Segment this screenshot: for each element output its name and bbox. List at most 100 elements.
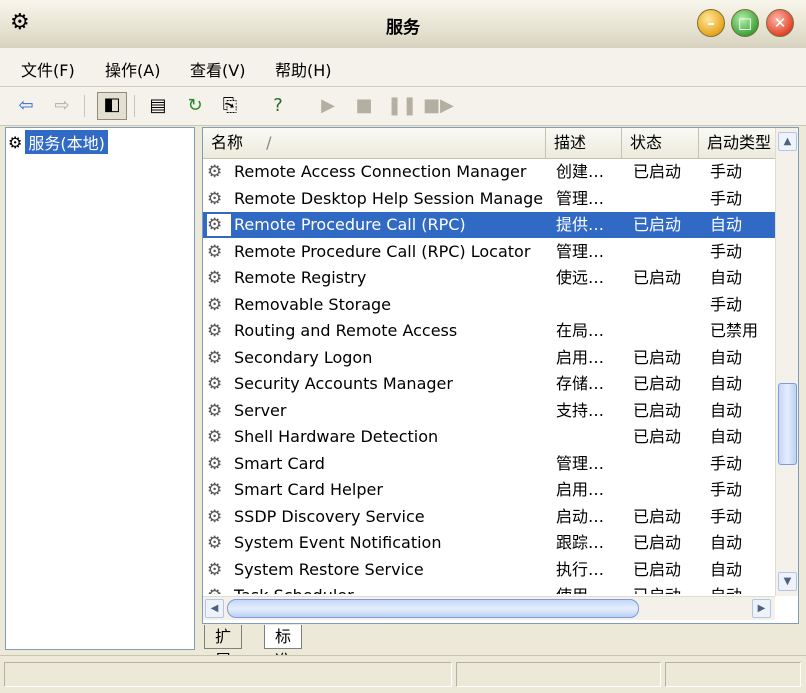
- scroll-right-icon[interactable]: ▶: [752, 599, 771, 618]
- vertical-scrollbar[interactable]: ▲ ▼: [775, 128, 798, 596]
- service-description-cell: 启动…: [556, 507, 605, 526]
- menu-view[interactable]: 查看(V): [190, 57, 245, 81]
- tree-node-services-local[interactable]: ⚙ 服务(本地): [8, 130, 108, 154]
- service-description-cell: 跟踪…: [556, 533, 605, 552]
- status-pane-tertiary: [665, 662, 801, 687]
- table-row[interactable]: ⚙ Removable Storage 手动: [203, 292, 775, 318]
- service-name-cell: Task Scheduler: [234, 583, 544, 594]
- service-gears-icon: ⚙: [207, 454, 223, 474]
- service-name-cell: Secondary Logon: [234, 348, 373, 367]
- show-hide-console-tree-icon[interactable]: ◧: [97, 92, 127, 120]
- service-status-cell: [633, 477, 697, 503]
- table-row[interactable]: ⚙ Remote Procedure Call (RPC) Locator 管理… 手…: [203, 239, 775, 265]
- vertical-scroll-thumb[interactable]: [778, 383, 797, 465]
- service-description-cell: 存储…: [556, 374, 605, 393]
- service-name-cell: Security Accounts Manager: [234, 374, 453, 393]
- service-description-cell: 支持…: [556, 401, 605, 420]
- service-name-cell: Removable Storage: [234, 295, 392, 314]
- table-row[interactable]: ⚙ Routing and Remote Access 在局… 已禁用: [203, 318, 775, 344]
- service-status-cell: 已启动: [633, 401, 682, 420]
- table-row[interactable]: ⚙ Remote Registry 使远… 已启动 自动: [203, 265, 775, 291]
- service-gears-icon: ⚙: [207, 214, 231, 236]
- menu-help[interactable]: 帮助(H): [275, 57, 332, 81]
- table-row[interactable]: ⚙ Server 支持… 已启动 自动: [203, 398, 775, 424]
- column-header-startup-type[interactable]: 启动类型: [699, 128, 775, 158]
- service-startup-cell: 自动: [710, 427, 743, 446]
- title-bar[interactable]: ⚙ 服务 – □ ✕: [0, 0, 806, 49]
- column-header-name[interactable]: 名称 /: [203, 128, 546, 158]
- service-status-cell: 已启动: [633, 560, 682, 579]
- menu-file[interactable]: 文件(F): [21, 57, 75, 81]
- table-row[interactable]: ⚙ System Event Notification 跟踪… 已启动 自动: [203, 530, 775, 556]
- service-startup-cell: 自动: [710, 583, 774, 594]
- service-description-cell: 执行…: [556, 560, 605, 579]
- minimize-button[interactable]: –: [697, 9, 725, 37]
- service-startup-cell: 自动: [710, 348, 743, 367]
- service-status-cell: 已启动: [633, 268, 682, 287]
- service-name-cell: Smart Card: [234, 454, 325, 473]
- back-icon[interactable]: ⇦: [14, 94, 38, 118]
- service-description-cell: 创建…: [556, 162, 605, 181]
- column-header-description[interactable]: 描述: [546, 128, 622, 158]
- service-status-cell: 已启动: [633, 583, 697, 594]
- tab-standard[interactable]: 标准: [264, 625, 303, 670]
- menu-action[interactable]: 操作(A): [105, 57, 160, 81]
- service-startup-cell: 手动: [710, 295, 743, 314]
- horizontal-scrollbar[interactable]: ◀ ▶: [203, 596, 775, 620]
- service-name-cell: SSDP Discovery Service: [234, 507, 425, 526]
- scroll-left-icon[interactable]: ◀: [205, 599, 224, 618]
- service-status-cell: [633, 292, 697, 318]
- restart-service-icon[interactable]: ■▶: [423, 94, 454, 118]
- service-startup-cell: 手动: [710, 480, 743, 499]
- service-startup-cell: 手动: [710, 507, 743, 526]
- close-button[interactable]: ✕: [766, 9, 794, 37]
- service-name-cell: Remote Desktop Help Session Manager: [234, 189, 544, 208]
- toolbar-separator: [84, 95, 85, 117]
- export-list-icon[interactable]: ⎘: [218, 94, 242, 118]
- service-startup-cell: 自动: [710, 401, 743, 420]
- maximize-button[interactable]: □: [731, 9, 759, 37]
- horizontal-scroll-thumb[interactable]: [227, 599, 639, 618]
- table-row[interactable]: ⚙ Smart Card Helper 启用… 手动: [203, 477, 775, 503]
- service-description-cell: 提供…: [556, 215, 605, 234]
- column-header-status[interactable]: 状态: [622, 128, 699, 158]
- table-row[interactable]: ⚙Task Scheduler 使用… 已启动 自动: [203, 583, 775, 594]
- maximize-icon: □: [737, 14, 753, 32]
- service-gears-icon: ⚙: [207, 374, 223, 394]
- service-name-cell: Routing and Remote Access: [234, 321, 458, 340]
- service-name-cell: Server: [234, 401, 287, 420]
- table-row[interactable]: ⚙ Security Accounts Manager 存储… 已启动 自动: [203, 371, 775, 397]
- service-gears-icon: ⚙: [207, 401, 223, 421]
- pause-service-icon[interactable]: ❚❚: [387, 94, 417, 118]
- forward-icon[interactable]: ⇨: [50, 94, 74, 118]
- refresh-icon[interactable]: ↻: [183, 94, 207, 118]
- services-list-view[interactable]: 名称 / 描述 状态 启动类型 ⚙ Remote Access Connectio…: [202, 127, 799, 624]
- table-row[interactable]: ⚙ Shell Hardware Detection 已启动 自动: [203, 424, 775, 450]
- scroll-up-icon[interactable]: ▲: [778, 132, 797, 151]
- service-description-cell: 管理…: [556, 242, 605, 261]
- table-row[interactable]: ⚙ Secondary Logon 启用… 已启动 自动: [203, 345, 775, 371]
- column-header-row: 名称 / 描述 状态 启动类型: [203, 128, 775, 159]
- service-gears-icon: ⚙: [207, 321, 223, 341]
- table-row[interactable]: ⚙ SSDP Discovery Service 启动… 已启动 手动: [203, 504, 775, 530]
- table-row[interactable]: ⚙ Remote Desktop Help Session Manager 管理… 手…: [203, 186, 775, 212]
- service-gears-icon: ⚙: [207, 189, 223, 209]
- minimize-icon: –: [707, 14, 715, 32]
- tab-extended[interactable]: 扩展: [204, 625, 243, 670]
- start-service-icon[interactable]: ▶: [316, 94, 340, 118]
- table-row[interactable]: ⚙ System Restore Service 执行… 已启动 自动: [203, 557, 775, 583]
- service-status-cell: 已启动: [633, 162, 682, 181]
- service-gears-icon: ⚙: [207, 507, 223, 527]
- help-icon[interactable]: ?: [266, 94, 290, 118]
- table-row[interactable]: ⚙ Smart Card 管理… 手动: [203, 451, 775, 477]
- console-tree[interactable]: ⚙ 服务(本地): [5, 127, 195, 650]
- service-gears-icon: ⚙: [207, 427, 223, 447]
- properties-icon[interactable]: ▤: [146, 94, 170, 118]
- service-description-cell: 使用…: [556, 583, 620, 594]
- service-gears-icon: ⚙: [207, 480, 223, 500]
- scroll-down-icon[interactable]: ▼: [778, 572, 797, 591]
- table-row[interactable]: ⚙ Remote Procedure Call (RPC) 提供… 已启动 自动: [203, 212, 775, 238]
- stop-service-icon[interactable]: ■: [352, 94, 376, 118]
- service-description-cell: 启用…: [556, 480, 605, 499]
- table-row[interactable]: ⚙ Remote Access Connection Manager 创建… 已启动 手…: [203, 159, 775, 185]
